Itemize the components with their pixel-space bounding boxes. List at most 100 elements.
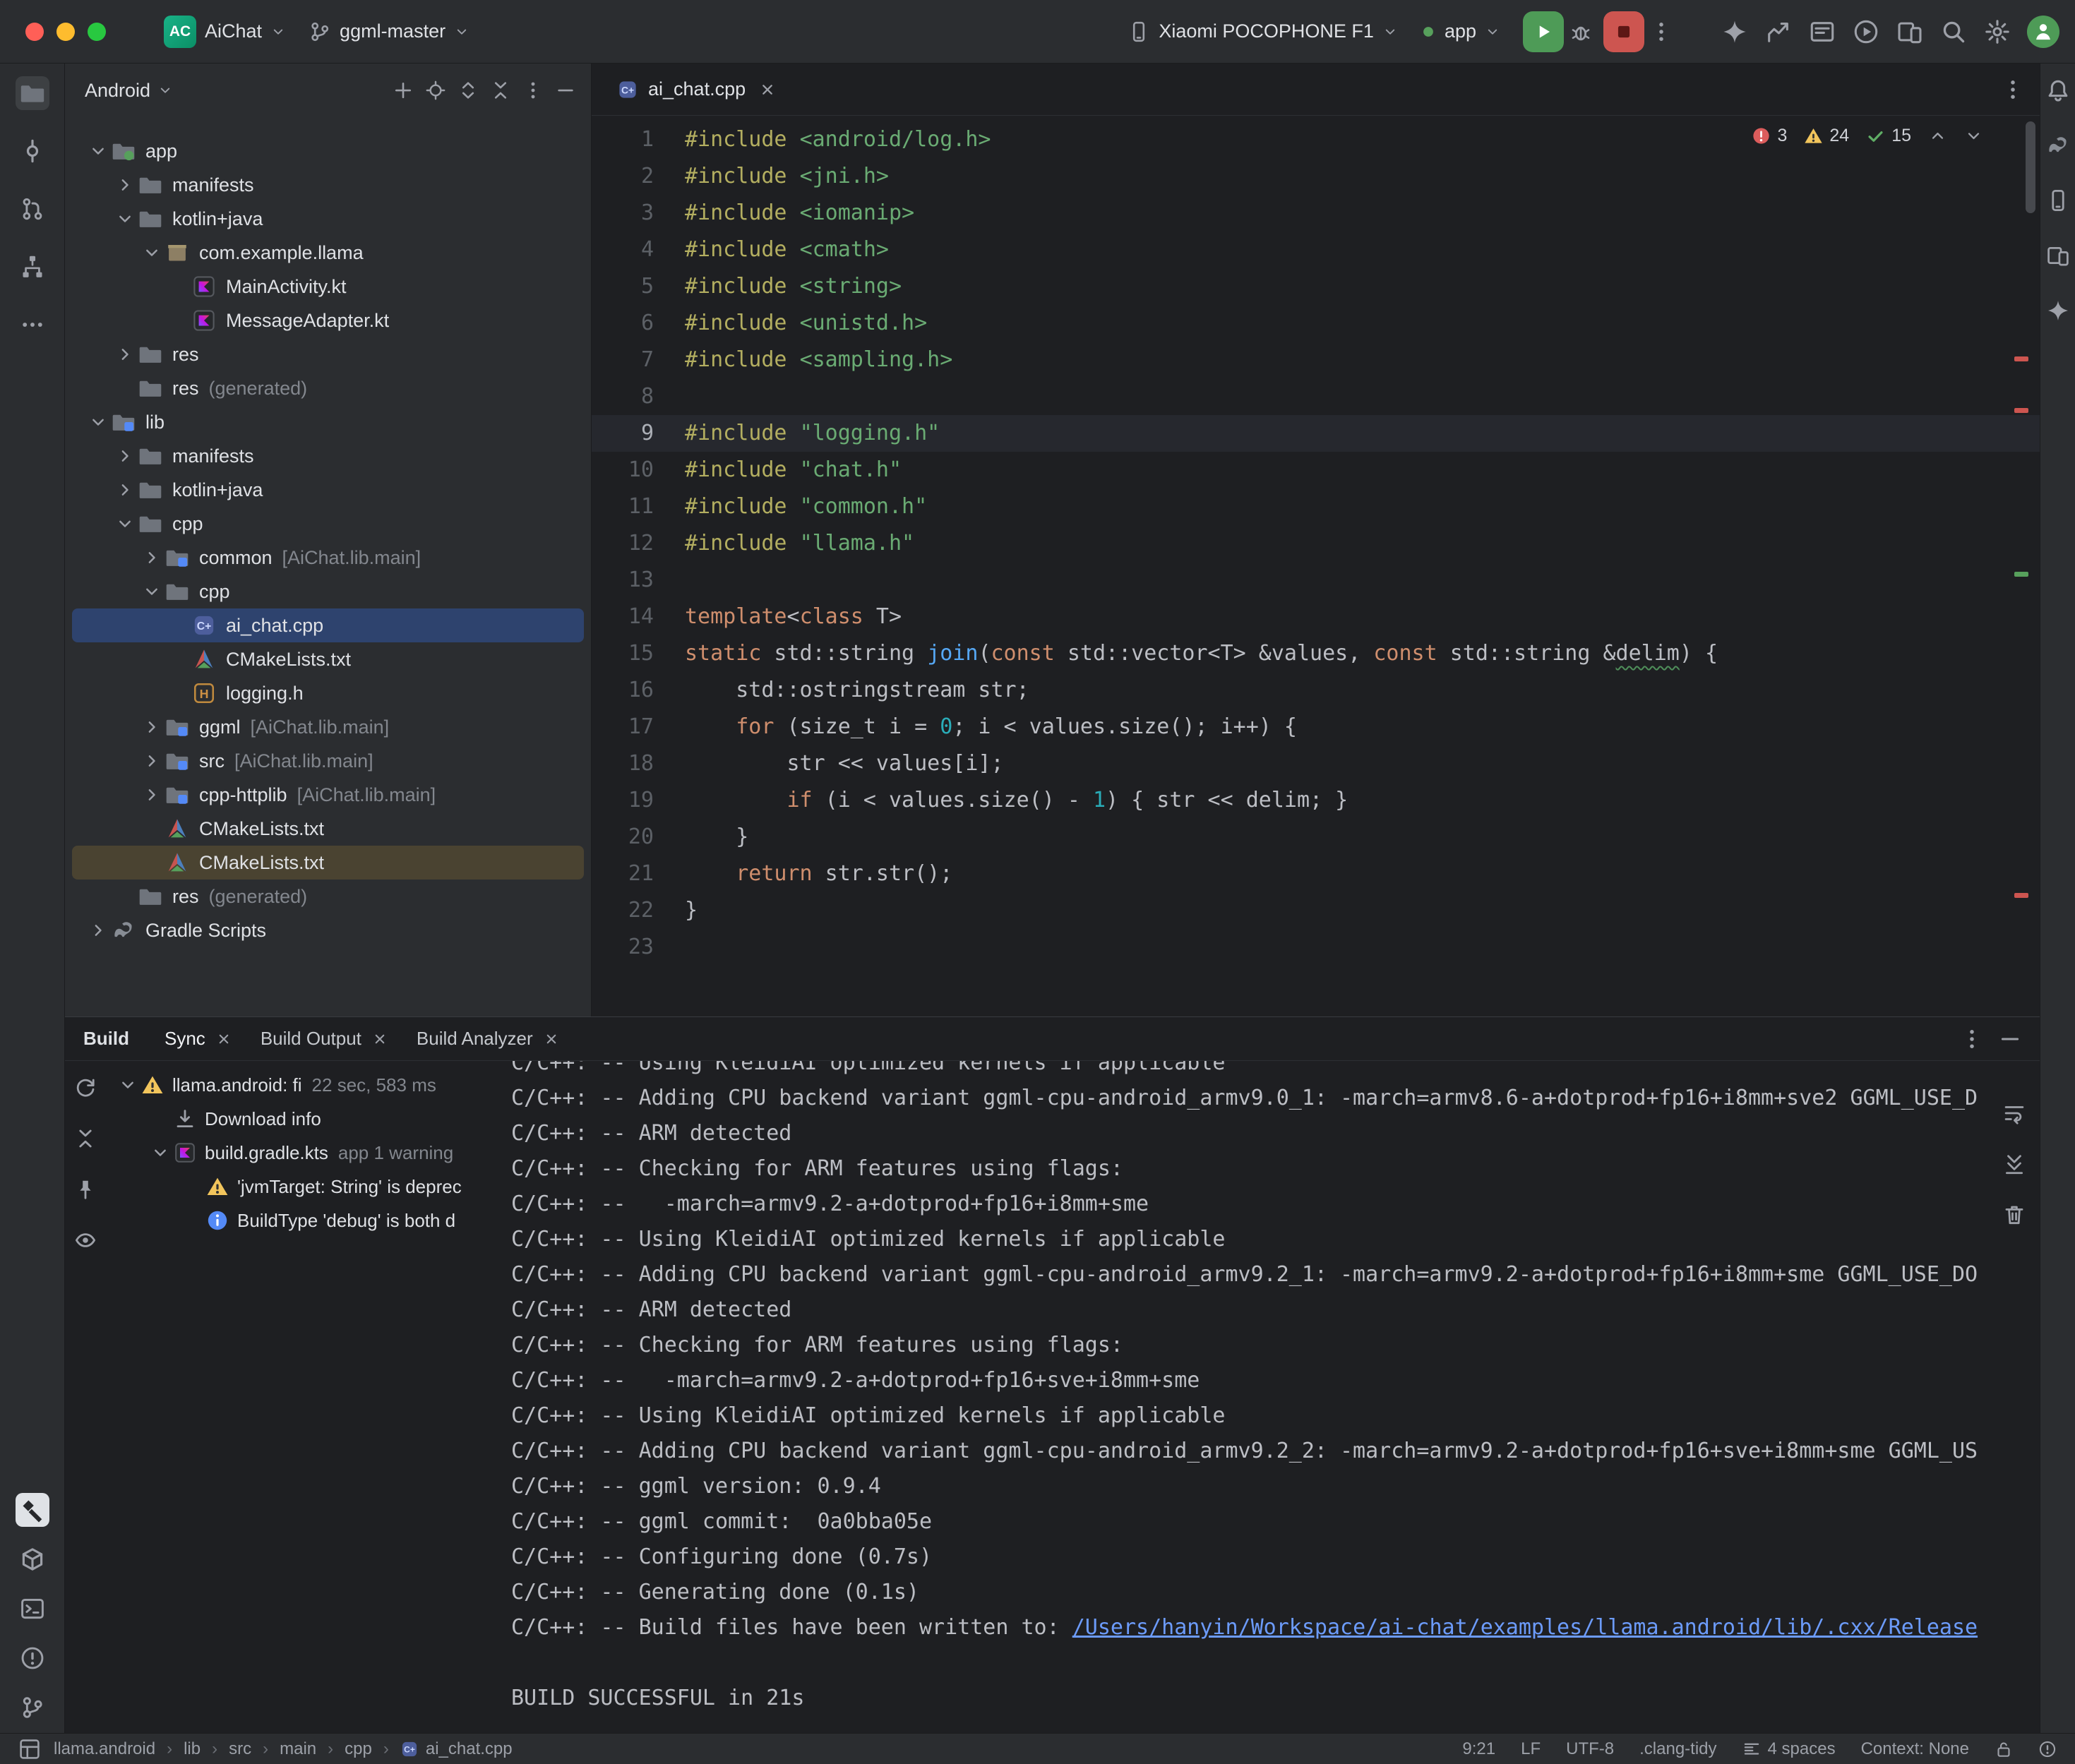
logcat-button[interactable]: [1805, 15, 1839, 49]
project-view-selector[interactable]: Android: [85, 80, 150, 102]
tree-chevron-icon[interactable]: [118, 1075, 138, 1095]
tree-item-app[interactable]: app: [72, 134, 584, 168]
code-line-13[interactable]: 13: [592, 562, 2040, 599]
clang-tidy[interactable]: .clang-tidy: [1639, 1739, 1716, 1759]
error-stripe-mark[interactable]: [2014, 893, 2028, 898]
tree-chevron-icon[interactable]: [115, 514, 135, 534]
close-tab-icon[interactable]: [371, 1031, 388, 1048]
build-tab-sync[interactable]: Sync: [150, 1017, 246, 1060]
tree-item-cpp[interactable]: cpp: [72, 575, 584, 608]
code-line-7[interactable]: 7#include <sampling.h>: [592, 342, 2040, 378]
code-line-21[interactable]: 21 return str.str();: [592, 856, 2040, 892]
editor-scrollbar[interactable]: [2026, 121, 2035, 213]
tree-item-src[interactable]: src[AiChat.lib.main]: [72, 744, 584, 778]
tree-chevron-icon[interactable]: [115, 209, 135, 229]
tree-item-cmakelists-txt[interactable]: CMakeLists.txt: [72, 812, 584, 846]
code-line-14[interactable]: 14template<class T>: [592, 599, 2040, 635]
structure-button[interactable]: [16, 250, 49, 284]
panel-options-button[interactable]: [1955, 1022, 1989, 1056]
tree-item-gradle-scripts[interactable]: Gradle Scripts: [72, 913, 584, 947]
close-tab-icon[interactable]: [215, 1031, 232, 1048]
pull-requests-button[interactable]: [16, 192, 49, 226]
build-tab-build-output[interactable]: Build Output: [246, 1017, 402, 1060]
tree-chevron-icon[interactable]: [88, 412, 108, 432]
breadcrumb-cpp[interactable]: cpp: [345, 1739, 372, 1759]
running-devices-button[interactable]: [2043, 240, 2074, 271]
tree-item-com-example-llama[interactable]: com.example.llama: [72, 236, 584, 270]
tree-chevron-icon[interactable]: [115, 175, 135, 195]
gradle-button[interactable]: [2043, 130, 2074, 161]
previous-problem-icon[interactable]: [1928, 126, 1947, 145]
gemini-button[interactable]: [2043, 295, 2074, 326]
stop-button[interactable]: [1603, 11, 1644, 52]
version-control-button[interactable]: [16, 1691, 49, 1724]
add-button[interactable]: [388, 75, 419, 106]
run-tests-button[interactable]: [1849, 15, 1883, 49]
problems-button[interactable]: [16, 1641, 49, 1675]
tree-chevron-icon[interactable]: [115, 344, 135, 364]
zoom-window-button[interactable]: [88, 23, 106, 41]
pin-button[interactable]: [70, 1174, 101, 1205]
code-line-20[interactable]: 20 }: [592, 819, 2040, 856]
code-area[interactable]: 1#include <android/log.h>2#include <jni.…: [592, 116, 2040, 1016]
profile-avatar[interactable]: [2027, 16, 2059, 48]
tree-chevron-icon[interactable]: [142, 751, 162, 771]
code-line-10[interactable]: 10#include "chat.h": [592, 452, 2040, 488]
tree-chevron-icon[interactable]: [142, 785, 162, 805]
preview-button[interactable]: [70, 1225, 101, 1256]
build-title[interactable]: Build: [83, 1028, 129, 1050]
tree-item-lib[interactable]: lib: [72, 405, 584, 439]
build-console[interactable]: C/C++: -- Using KleidiAI optimized kerne…: [498, 1061, 2040, 1733]
code-line-6[interactable]: 6#include <unistd.h>: [592, 305, 2040, 342]
indent-style[interactable]: 4 spaces: [1742, 1739, 1836, 1759]
tree-item-cmakelists-txt[interactable]: CMakeLists.txt: [72, 846, 584, 880]
build-tree-item-llama-android-fi[interactable]: llama.android: fi22 sec, 583 ms: [106, 1068, 498, 1102]
tree-chevron-icon[interactable]: [142, 548, 162, 568]
tree-item-res[interactable]: res: [72, 337, 584, 371]
inspections-widget[interactable]: 3 24 15: [1752, 126, 1983, 146]
settings-button[interactable]: [1980, 15, 2014, 49]
run-configuration-selector[interactable]: app: [1409, 15, 1512, 48]
tree-item-cmakelists-txt[interactable]: CMakeLists.txt: [72, 642, 584, 676]
code-line-12[interactable]: 12#include "llama.h": [592, 525, 2040, 562]
collapse-all-button[interactable]: [70, 1123, 101, 1154]
scroll-to-end-button[interactable]: [1997, 1147, 2031, 1181]
ai-assistant-button[interactable]: [1718, 15, 1752, 49]
close-tab-icon[interactable]: [758, 80, 777, 99]
tree-chevron-icon[interactable]: [142, 243, 162, 263]
build-tree-item-buildtype-debug-is-both-d[interactable]: BuildType 'debug' is both d: [106, 1204, 498, 1237]
code-line-19[interactable]: 19 if (i < values.size() - 1) { str << d…: [592, 782, 2040, 819]
error-stripe-mark[interactable]: [2014, 408, 2028, 413]
editor-tab-ai-chat-cpp[interactable]: C+ ai_chat.cpp: [609, 64, 785, 115]
tree-item-mainactivity-kt[interactable]: MainActivity.kt: [72, 270, 584, 304]
soft-wrap-button[interactable]: [1997, 1096, 2031, 1130]
code-line-23[interactable]: 23: [592, 929, 2040, 966]
code-line-9[interactable]: 9#include "logging.h": [592, 415, 2040, 452]
run-button[interactable]: [1523, 11, 1564, 52]
hide-panel-button[interactable]: [1993, 1022, 2027, 1056]
inspection-status[interactable]: [2038, 1740, 2057, 1758]
clear-all-button[interactable]: [1997, 1198, 2031, 1232]
error-count[interactable]: 3: [1752, 126, 1787, 146]
debug-button[interactable]: [1564, 15, 1598, 49]
tree-item-cpp[interactable]: cpp: [72, 507, 584, 541]
analysis-context[interactable]: Context: None: [1861, 1739, 1969, 1759]
tree-chevron-icon[interactable]: [150, 1143, 170, 1163]
caret-position[interactable]: 9:21: [1462, 1739, 1495, 1759]
write-access[interactable]: [1995, 1740, 2013, 1758]
close-tab-icon[interactable]: [543, 1031, 560, 1048]
more-tool-windows-button[interactable]: [16, 308, 49, 342]
file-encoding[interactable]: UTF-8: [1566, 1739, 1614, 1759]
project-button[interactable]: [16, 76, 49, 110]
code-line-15[interactable]: 15static std::string join(const std::vec…: [592, 635, 2040, 672]
breadcrumb-src[interactable]: src: [229, 1739, 251, 1759]
build-tree-item-download-info[interactable]: Download info: [106, 1102, 498, 1136]
terminal-button[interactable]: [16, 1592, 49, 1626]
tree-item-messageadapter-kt[interactable]: MessageAdapter.kt: [72, 304, 584, 337]
change-stripe-mark[interactable]: [2014, 572, 2028, 577]
code-line-11[interactable]: 11#include "common.h": [592, 488, 2040, 525]
build-tab-build-analyzer[interactable]: Build Analyzer: [402, 1017, 574, 1060]
code-line-8[interactable]: 8: [592, 378, 2040, 415]
tree-chevron-icon[interactable]: [88, 920, 108, 940]
tree-item-res[interactable]: res(generated): [72, 880, 584, 913]
